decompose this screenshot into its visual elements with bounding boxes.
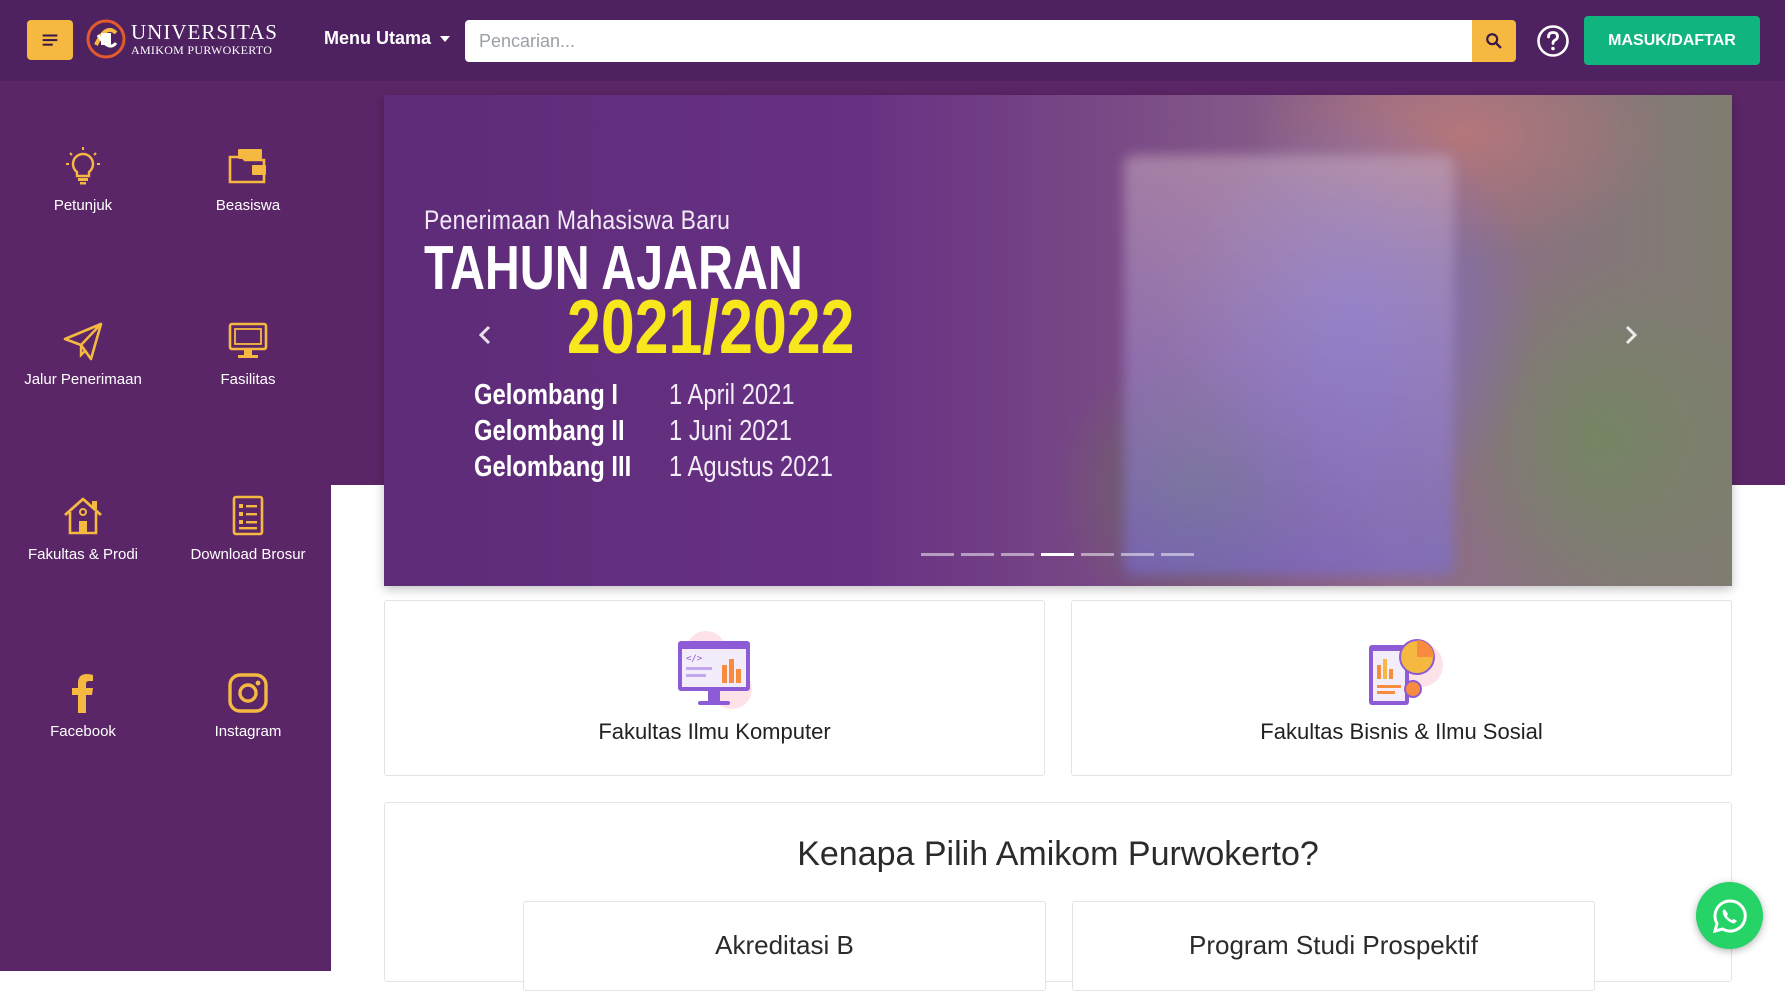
hero-subtitle: Penerimaan Mahasiswa Baru	[424, 205, 731, 235]
menu-lines-icon	[42, 34, 58, 46]
campus-building-image	[1124, 155, 1454, 575]
sidebar-item-download-brosur[interactable]: Download Brosur	[165, 494, 331, 563]
faculty-card-ilmu-komputer[interactable]: </> Fakultas Ilmu Komputer	[384, 600, 1045, 776]
sidebar-item-label: Fakultas & Prodi	[27, 546, 139, 563]
caret-down-icon	[440, 35, 451, 42]
wave-date: 1 Juni 2021	[669, 415, 792, 447]
hero-year: 2021/2022	[567, 285, 855, 370]
lightbulb-icon	[66, 147, 100, 185]
folder-icon	[228, 149, 266, 184]
wave-date: 1 Agustus 2021	[669, 451, 833, 483]
sidebar-item-label: Instagram	[214, 723, 282, 740]
university-logo[interactable]: UNIVERSITAS AMIKOM PURWOKERTO	[85, 18, 278, 60]
why-card-akreditasi: Akreditasi B	[523, 901, 1046, 991]
faculty-label: Fakultas Ilmu Komputer	[598, 719, 831, 744]
wave-name: Gelombang II	[474, 415, 625, 447]
carousel-indicators	[921, 553, 1194, 556]
business-report-illustration-icon	[1368, 639, 1443, 705]
sidebar-item-label: Petunjuk	[53, 197, 113, 214]
university-logo-icon	[86, 19, 126, 59]
search-button[interactable]	[1472, 20, 1516, 62]
sidebar-item-instagram[interactable]: Instagram	[165, 671, 331, 740]
sidebar-item-label: Jalur Penerimaan	[24, 371, 142, 388]
paper-plane-icon	[63, 322, 103, 361]
carousel-indicator[interactable]	[1001, 553, 1034, 556]
wave-row: Gelombang I 1 April 2021	[474, 381, 822, 410]
wave-row: Gelombang III 1 Agustus 2021	[474, 453, 869, 482]
facebook-icon	[72, 674, 93, 713]
faculty-card-bisnis-ilmu-sosial[interactable]: Fakultas Bisnis & Ilmu Sosial	[1071, 600, 1732, 776]
sidebar-item-fasilitas[interactable]: Fasilitas	[165, 319, 331, 388]
computer-code-illustration-icon: </>	[677, 631, 752, 709]
instagram-icon	[228, 673, 268, 713]
sidebar-item-label: Fasilitas	[220, 371, 276, 388]
home-icon	[64, 497, 102, 535]
question-circle-icon[interactable]	[1536, 24, 1570, 58]
sidebar-item-jalur-penerimaan[interactable]: Jalur Penerimaan	[0, 319, 166, 388]
whatsapp-icon	[1712, 898, 1747, 933]
sidebar-item-beasiswa[interactable]: Beasiswa	[165, 145, 331, 214]
sidebar-toggle-button[interactable]	[27, 20, 73, 60]
logo-line-1: UNIVERSITAS	[131, 20, 278, 44]
top-navbar: UNIVERSITAS AMIKOM PURWOKERTO Menu Utama…	[0, 0, 1785, 81]
carousel-next-icon[interactable]	[1618, 323, 1642, 347]
left-sidebar: Petunjuk Beasiswa Jalur Penerimaan Fasil…	[0, 81, 331, 971]
carousel-indicator[interactable]	[1161, 553, 1194, 556]
why-section-title: Kenapa Pilih Amikom Purwokerto?	[797, 835, 1319, 873]
carousel-indicator[interactable]	[1121, 553, 1154, 556]
sidebar-item-label: Facebook	[50, 723, 116, 740]
carousel-indicator[interactable]	[961, 553, 994, 556]
sidebar-item-label: Beasiswa	[215, 197, 281, 214]
svg-text:</>: </>	[686, 654, 703, 664]
search-icon	[1486, 33, 1502, 49]
search-input[interactable]	[465, 20, 1472, 62]
checklist-icon	[232, 495, 264, 536]
main-menu-dropdown[interactable]: Menu Utama	[324, 28, 451, 49]
main-menu-label: Menu Utama	[324, 28, 432, 48]
why-card-label: Akreditasi B	[715, 930, 854, 960]
login-register-button[interactable]: MASUK/DAFTAR	[1584, 16, 1760, 65]
why-card-label: Program Studi Prospektif	[1188, 930, 1478, 960]
carousel-indicator-active[interactable]	[1041, 553, 1074, 556]
carousel-indicator[interactable]	[921, 553, 954, 556]
carousel-indicator[interactable]	[1081, 553, 1114, 556]
wave-row: Gelombang II 1 Juni 2021	[474, 417, 819, 446]
wave-date: 1 April 2021	[669, 379, 795, 411]
faculty-label: Fakultas Bisnis & Ilmu Sosial	[1260, 719, 1543, 744]
logo-line-2: AMIKOM PURWOKERTO	[131, 43, 273, 57]
carousel-prev-icon[interactable]	[474, 323, 498, 347]
sidebar-item-facebook[interactable]: Facebook	[0, 671, 166, 740]
wave-name: Gelombang I	[474, 379, 619, 411]
hero-carousel: Penerimaan Mahasiswa Baru TAHUN AJARAN 2…	[384, 95, 1732, 586]
why-card-program-studi: Program Studi Prospektif	[1072, 901, 1595, 991]
monitor-icon	[228, 322, 268, 358]
sidebar-item-petunjuk[interactable]: Petunjuk	[0, 145, 166, 214]
wave-name: Gelombang III	[474, 451, 632, 483]
search-bar	[465, 20, 1516, 62]
why-section: Kenapa Pilih Amikom Purwokerto? Akredita…	[384, 802, 1732, 991]
sidebar-item-label: Download Brosur	[190, 546, 306, 563]
whatsapp-chat-button[interactable]	[1696, 882, 1763, 949]
sidebar-item-fakultas-prodi[interactable]: Fakultas & Prodi	[0, 494, 166, 563]
